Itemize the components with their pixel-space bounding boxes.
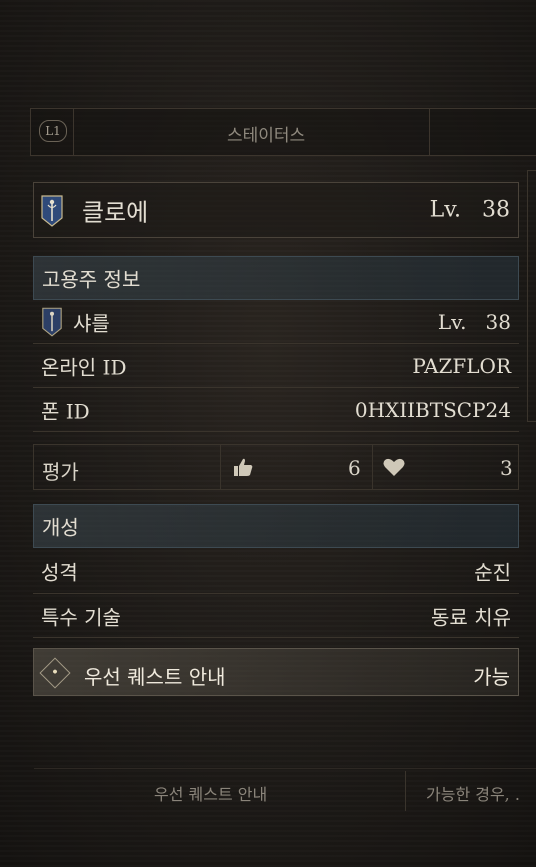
divider — [73, 109, 74, 155]
hearts-count: 3 — [500, 456, 513, 480]
staff-emblem-icon — [41, 195, 63, 227]
character-level: Lv. 38 — [429, 197, 510, 223]
heart-icon[interactable] — [382, 456, 406, 478]
online-id-value: PAZFLOR — [412, 353, 511, 378]
priority-quest-row[interactable]: 우선 퀘스트 안내 가능 — [33, 648, 519, 696]
employer-section-header: 고용주 정보 — [33, 256, 519, 300]
character-name: 클로에 — [82, 198, 149, 227]
help-description: 가능한 경우, . — [426, 785, 520, 804]
phone-id-value: 0HXIIBTSCP24 — [354, 397, 511, 422]
skill-row: 특수 기술 동료 치유 — [33, 594, 519, 638]
phone-id-row: 폰 ID 0HXIIBTSCP24 — [33, 388, 519, 432]
staff-emblem-icon — [42, 307, 62, 337]
likes-count: 6 — [348, 456, 361, 480]
side-panel-edge — [527, 170, 536, 422]
priority-quest-value: 가능 — [473, 665, 510, 689]
personality-value: 순진 — [474, 560, 511, 584]
divider — [429, 109, 430, 155]
tab-bar: L1 스테이터스 — [30, 108, 536, 156]
skill-label: 특수 기술 — [41, 605, 121, 629]
section-title: 개성 — [42, 515, 79, 540]
divider — [220, 445, 221, 489]
employer-name-row: 샤를 Lv. 38 — [33, 300, 519, 344]
thumbs-up-icon[interactable] — [232, 457, 254, 477]
help-title: 우선 퀘스트 안내 — [154, 785, 268, 804]
employer-level: Lv. 38 — [437, 309, 511, 334]
tab-status[interactable]: 스테이터스 — [227, 121, 305, 146]
rating-row: 평가 6 3 — [33, 444, 519, 490]
priority-quest-label: 우선 퀘스트 안내 — [84, 665, 226, 689]
phone-id-label: 폰 ID — [41, 399, 90, 423]
l1-shoulder-button[interactable]: L1 — [39, 120, 67, 142]
traits-section-header: 개성 — [33, 504, 519, 548]
rating-label: 평가 — [42, 460, 79, 484]
selection-diamond-icon — [39, 657, 71, 689]
personality-label: 성격 — [41, 560, 78, 584]
help-bar: 우선 퀘스트 안내 가능한 경우, . — [34, 768, 536, 819]
skill-value: 동료 치유 — [431, 605, 511, 629]
divider — [405, 771, 406, 811]
personality-row: 성격 순진 — [33, 548, 519, 594]
divider — [372, 445, 373, 489]
character-row[interactable]: 클로에 Lv. 38 — [33, 182, 519, 238]
section-title: 고용주 정보 — [42, 267, 141, 292]
online-id-label: 온라인 ID — [41, 355, 127, 379]
employer-name: 샤를 — [73, 311, 110, 335]
online-id-row: 온라인 ID PAZFLOR — [33, 344, 519, 388]
